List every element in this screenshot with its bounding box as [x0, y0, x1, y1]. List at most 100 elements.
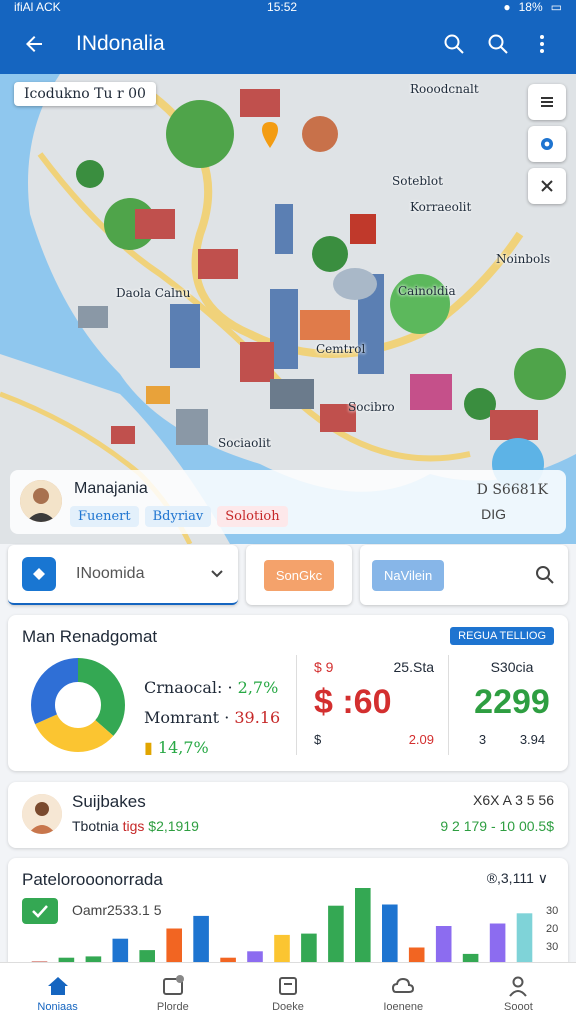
money-top-left: $ 9 — [314, 659, 334, 675]
growth-big-value: 2299 — [474, 683, 550, 721]
chart-bar — [193, 915, 209, 964]
map-label: Sociaolit — [218, 436, 271, 450]
tag-chip[interactable]: Bdyriav — [144, 506, 212, 527]
nav-item-cloud[interactable]: Ioenene — [346, 963, 461, 1024]
more-vert-icon — [540, 35, 544, 53]
tag-chip[interactable]: Fuenert — [70, 506, 139, 527]
nav-label: Doeke — [272, 1000, 304, 1013]
nav-item-home[interactable]: Noniaas — [0, 963, 115, 1024]
legend-icon: ▮ — [144, 738, 153, 757]
profile-tags: Fuenert Bdyriav Solotioh — [70, 506, 288, 527]
subject-name: Suijbakes — [72, 792, 146, 811]
profile-icon — [509, 976, 528, 997]
stat-value: 14,7% — [157, 738, 209, 757]
money-bottom: $ 2.09 — [314, 732, 434, 747]
orange-filter-box: SonGkc — [246, 545, 352, 605]
search-icon[interactable] — [534, 564, 556, 586]
chart-bar — [382, 904, 398, 964]
nav-item-docs[interactable]: Doeke — [230, 963, 345, 1024]
management-stats-card: Man Renadgomat REGUA TELLIOG Crnaocal: ·… — [8, 615, 568, 771]
battery-icon: ▭ — [550, 0, 562, 14]
nav-label: Noniaas — [37, 1000, 78, 1013]
map-label: Cemtrol — [316, 342, 366, 356]
bar-chart-card: Patelorooonorrada ®,3,111 ∨ Oamr2533.1 5… — [8, 858, 568, 968]
nav-label: Ioenene — [383, 1000, 424, 1013]
more-button[interactable] — [520, 22, 564, 66]
status-bar: ifiAl ACK 15:52 ● 18% ▭ — [0, 0, 576, 14]
search-icon — [444, 34, 464, 54]
stat-label: Crnaocal: · — [144, 678, 233, 697]
map-label: Daola Calnu — [116, 286, 191, 300]
close-map-button[interactable] — [528, 168, 566, 204]
profile-code-2: DIG — [481, 506, 506, 522]
stat-line: ▮ 14,7% — [144, 733, 280, 763]
chart-bar — [516, 913, 533, 964]
close-icon — [541, 180, 553, 192]
map-location-chip[interactable]: Icodukno Tu r 00 — [14, 82, 156, 106]
profile-card[interactable]: Manajania Fuenert Bdyriav Solotioh D S66… — [10, 470, 566, 534]
growth-stat: S30cia 2299 3 3.94 — [462, 659, 562, 747]
arrow-left-icon — [26, 36, 42, 52]
subject-code: X6X A 3 5 56 — [473, 792, 554, 808]
growth-bot-right: 3.94 — [519, 732, 546, 747]
y-tick: 20 — [546, 923, 558, 935]
subject-sub-a: tigs — [122, 818, 145, 834]
region-select[interactable]: INoomida — [8, 545, 238, 605]
subject-card[interactable]: Suijbakes Tbotnia tigs $2,1919 X6X A 3 5… — [8, 782, 568, 848]
chart-bar — [355, 888, 371, 964]
app-logo-icon — [22, 557, 56, 591]
stat-line: Crnaocal: · 2,7% — [144, 673, 280, 703]
card-title: Man Renadgomat — [22, 627, 158, 646]
divider — [296, 655, 297, 755]
profile-name: Manajania — [74, 480, 148, 497]
map-label: Cainoldia — [398, 284, 456, 298]
nav-item-profile[interactable]: Sooot — [461, 963, 576, 1024]
chart-bar — [166, 928, 182, 964]
growth-bot-left: 3 — [478, 732, 487, 747]
home-icon — [47, 976, 68, 995]
money-bot-left: $ — [314, 732, 322, 747]
search-button[interactable] — [432, 22, 476, 66]
subject-subline: Tbotnia tigs $2,1919 — [72, 818, 199, 834]
subject-sub-label: Tbotnia — [72, 818, 119, 834]
tag-chip[interactable]: Solotioh — [217, 506, 288, 527]
money-big-value: $ :60 — [314, 683, 392, 721]
money-bot-right: 2.09 — [408, 732, 434, 747]
blue-filter-button[interactable]: NaVilein — [372, 559, 445, 591]
stat-value: 39.16 — [234, 708, 281, 727]
map-label: Socibro — [348, 400, 395, 414]
map-label: Rooodcnalt — [410, 82, 479, 96]
gear-icon — [541, 138, 553, 150]
orange-filter-button[interactable]: SonGkc — [263, 559, 335, 591]
money-top-right: 25.Sta — [393, 659, 434, 675]
back-button[interactable] — [12, 22, 56, 66]
stat-value: 2,7% — [237, 678, 279, 697]
cloud-icon — [392, 977, 415, 993]
avatar — [22, 794, 62, 834]
person-avatar-icon — [22, 794, 62, 834]
person-avatar-icon — [20, 480, 62, 522]
chart-bar — [274, 934, 290, 964]
profile-code: D S6681K — [476, 482, 548, 498]
chart-bar — [435, 926, 452, 964]
map-label: Noinbols — [496, 252, 551, 266]
nav-item-inbox[interactable]: Plorde — [115, 963, 230, 1024]
layers-button[interactable] — [528, 84, 566, 120]
chart-bar — [489, 923, 506, 964]
search-button-2[interactable] — [476, 22, 520, 66]
subject-sub-b: $2,1919 — [148, 818, 199, 834]
chevron-down-icon — [211, 570, 223, 578]
status-right: ● 18% ▭ — [503, 0, 562, 14]
avatar — [20, 480, 62, 522]
locate-button[interactable] — [528, 126, 566, 162]
search-box: NaVilein — [360, 545, 568, 605]
y-tick: 30 — [546, 905, 558, 917]
growth-top: S30cia — [490, 659, 534, 675]
search-icon — [488, 34, 508, 54]
map-label: Soteblot — [392, 174, 443, 188]
subject-range: 9 2 179 - 10 00.5$ — [440, 818, 554, 834]
chart-bar — [301, 933, 317, 964]
status-badge[interactable]: REGUA TELLIOG — [450, 627, 554, 645]
clock: 15:52 — [267, 0, 298, 14]
page-title: INdonalia — [76, 32, 165, 55]
